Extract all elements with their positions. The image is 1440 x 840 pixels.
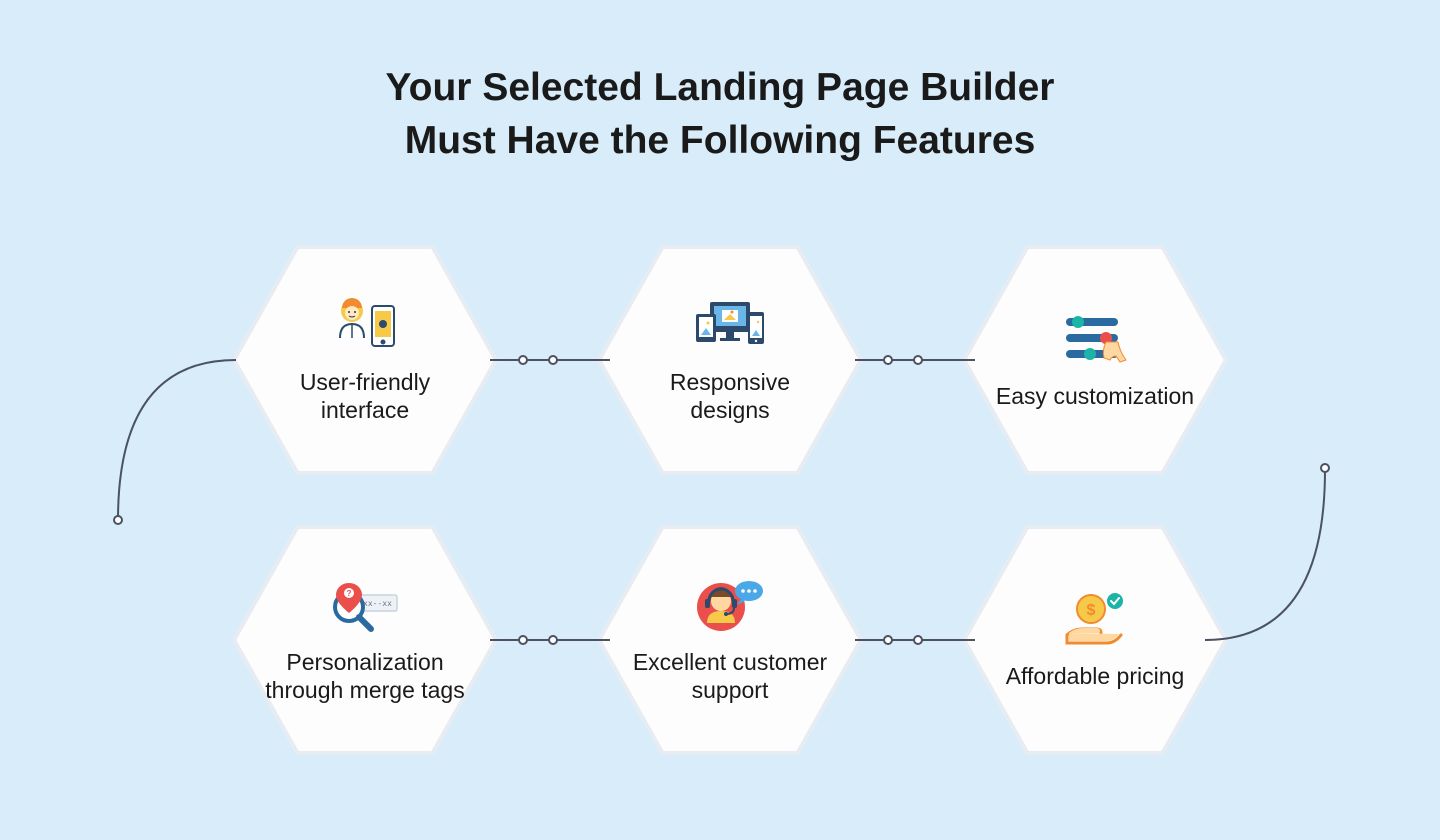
hexagon-shape (230, 243, 500, 477)
connector-dot (883, 635, 893, 645)
connector-dot (913, 635, 923, 645)
connector-curve-left (108, 350, 236, 530)
support-agent-icon (693, 575, 767, 639)
feature-label: Excellent customer support (630, 649, 830, 704)
connector-dot (518, 635, 528, 645)
connector-dot (883, 355, 893, 365)
devices-icon (692, 295, 768, 359)
hexagon-shape (595, 243, 865, 477)
svg-text:$: $ (1087, 602, 1096, 619)
coin-hand-icon: $ (1057, 589, 1133, 653)
connector-dot (113, 515, 123, 525)
connector-dot (1320, 463, 1330, 473)
feature-label: Affordable pricing (1006, 663, 1185, 691)
svg-text:xx--xx: xx--xx (363, 599, 392, 608)
connector-curve-right (1205, 460, 1335, 650)
connector-dot (913, 355, 923, 365)
feature-hex-responsive: Responsive designs (595, 243, 865, 477)
feature-hex-support: Excellent customer support (595, 523, 865, 757)
feature-hex-user-friendly: User-friendly interface (230, 243, 500, 477)
feature-hex-pricing: $ Affordable pricing (960, 523, 1230, 757)
connector-dot (548, 355, 558, 365)
feature-hex-customization: Easy customization (960, 243, 1230, 477)
sliders-icon (1060, 309, 1130, 373)
feature-label: Easy customization (996, 383, 1194, 411)
feature-label: Personalization through merge tags (265, 649, 465, 704)
hexagon-shape (230, 523, 500, 757)
hexagon-shape (595, 523, 865, 757)
feature-hex-personalization: xx--xx ? Personalization through merge t… (230, 523, 500, 757)
search-tag-icon: xx--xx ? (327, 575, 403, 639)
user-phone-icon (330, 295, 400, 359)
diagram-stage: User-friendly interface (0, 0, 1440, 840)
connector-dot (518, 355, 528, 365)
svg-text:?: ? (347, 589, 352, 598)
feature-label: User-friendly interface (265, 369, 465, 424)
feature-label: Responsive designs (630, 369, 830, 424)
connector-dot (548, 635, 558, 645)
